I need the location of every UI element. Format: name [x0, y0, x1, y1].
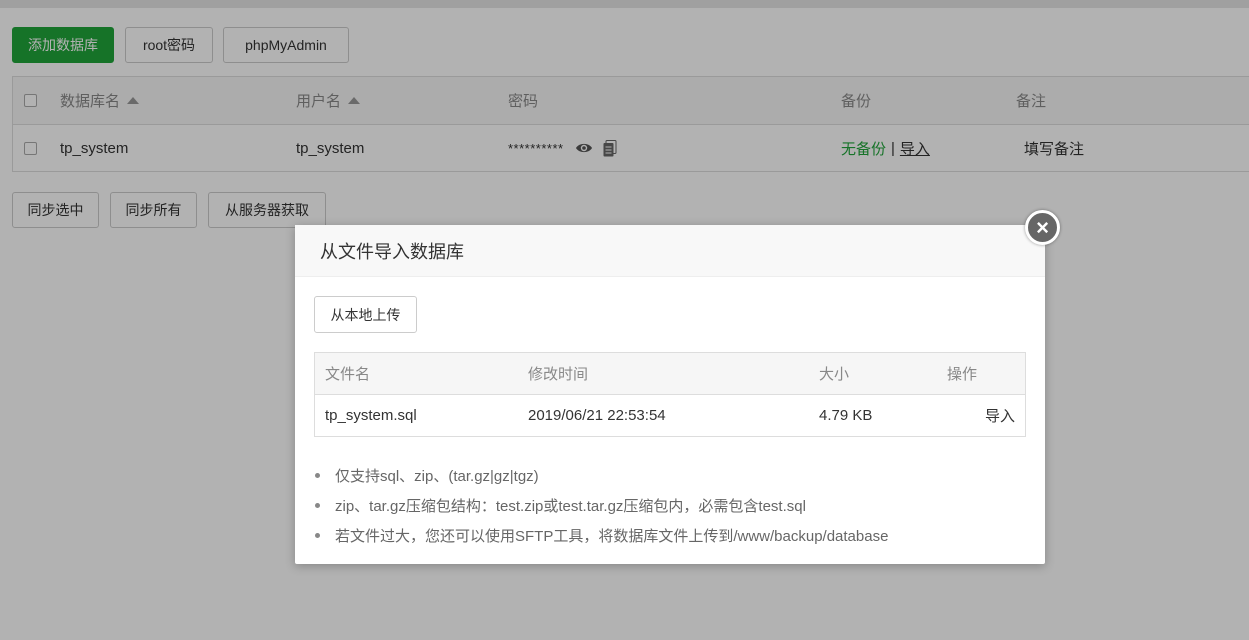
- modal-title: 从文件导入数据库: [295, 225, 1045, 277]
- header-filename: 文件名: [325, 366, 371, 383]
- file-table-header: 文件名 修改时间 大小 操作: [315, 353, 1025, 395]
- close-icon[interactable]: ×: [1025, 210, 1060, 245]
- header-action: 操作: [947, 366, 978, 383]
- list-item: zip、tar.gz压缩包结构：test.zip或test.tar.gz压缩包内…: [314, 490, 1026, 520]
- file-import-link[interactable]: 导入: [985, 395, 1015, 436]
- upload-local-button[interactable]: 从本地上传: [314, 296, 417, 333]
- import-modal: 从文件导入数据库 从本地上传 文件名 修改时间 大小 操作 tp_system.…: [295, 225, 1045, 564]
- file-table: 文件名 修改时间 大小 操作 tp_system.sql 2019/06/21 …: [314, 352, 1026, 437]
- import-notes: 仅支持sql、zip、(tar.gz|gz|tgz) zip、tar.gz压缩包…: [314, 460, 1026, 550]
- file-modified: 2019/06/21 22:53:54: [528, 407, 666, 424]
- list-item: 仅支持sql、zip、(tar.gz|gz|tgz): [314, 460, 1026, 490]
- header-size: 大小: [819, 366, 850, 383]
- header-modified: 修改时间: [528, 366, 589, 383]
- table-row: tp_system.sql 2019/06/21 22:53:54 4.79 K…: [315, 395, 1025, 436]
- file-name: tp_system.sql: [325, 407, 417, 424]
- file-size: 4.79 KB: [819, 407, 873, 424]
- list-item: 若文件过大，您还可以使用SFTP工具，将数据库文件上传到/www/backup/…: [314, 520, 1026, 550]
